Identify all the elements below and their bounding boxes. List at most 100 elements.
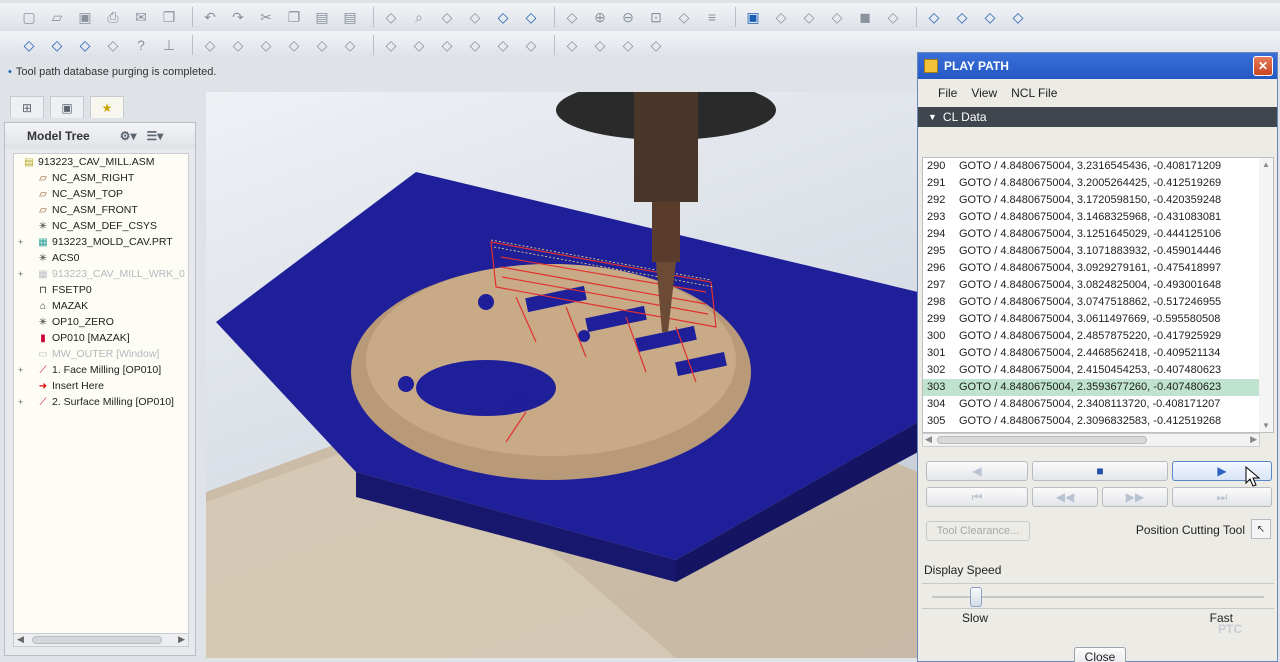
scroll-thumb[interactable]	[32, 636, 162, 644]
mill-volume-icon[interactable]: ◇	[74, 34, 96, 56]
stop-button[interactable]: ■	[1032, 461, 1168, 481]
toolpath-5-icon[interactable]: ◇	[283, 34, 305, 56]
folder-browser-tab-icon[interactable]: ▣	[50, 96, 84, 118]
tree-item[interactable]: ✳ ACS0	[14, 250, 188, 266]
graphics-window[interactable]	[206, 92, 918, 658]
display-style-icon[interactable]: ◇	[770, 6, 792, 28]
toolpath-2-icon[interactable]: ◇	[199, 34, 221, 56]
print-icon[interactable]: ⎙	[102, 6, 124, 28]
cl-row[interactable]: 304 GOTO / 4.8480675004, 2.3408113720, -0…	[923, 396, 1273, 413]
view-manager-icon[interactable]: ◇	[673, 6, 695, 28]
step-forward-button[interactable]: ▶▶	[1102, 487, 1168, 507]
cl-row[interactable]: 291 GOTO / 4.8480675004, 3.2005264425, -0…	[923, 175, 1273, 192]
tree-item[interactable]: ▮ OP010 [MAZAK]	[14, 330, 188, 346]
cl-row[interactable]: 302 GOTO / 4.8480675004, 2.4150454253, -0…	[923, 362, 1273, 379]
cl-horizontal-scrollbar[interactable]: ◀ ▶	[922, 433, 1260, 447]
undo-icon[interactable]: ↶	[199, 6, 221, 28]
scroll-left-icon[interactable]: ◀	[925, 434, 932, 445]
paste-special-icon[interactable]: ▤	[339, 6, 361, 28]
dialog-title-bar[interactable]: PLAY PATH ✕	[918, 53, 1277, 79]
toolpath-14-icon[interactable]: ◇	[561, 34, 583, 56]
tree-item[interactable]: ⌂ MAZAK	[14, 298, 188, 314]
open-icon[interactable]: ▱	[46, 6, 68, 28]
cl-row[interactable]: 299 GOTO / 4.8480675004, 3.0611497669, -0…	[923, 311, 1273, 328]
cl-vertical-scrollbar[interactable]: ▲ ▼	[1259, 158, 1273, 432]
tree-item[interactable]: ✳ OP10_ZERO	[14, 314, 188, 330]
cl-data-section[interactable]: ▼ CL Data	[918, 107, 1277, 127]
tree-item[interactable]: ✳ NC_ASM_DEF_CSYS	[14, 218, 188, 234]
scroll-left-icon[interactable]: ◀	[17, 634, 24, 645]
toolpath-6-icon[interactable]: ◇	[311, 34, 333, 56]
redo-icon[interactable]: ↷	[227, 6, 249, 28]
toolpath-16-icon[interactable]: ◇	[617, 34, 639, 56]
wireframe-icon[interactable]: ◇	[798, 6, 820, 28]
scroll-right-icon[interactable]: ▶	[1250, 434, 1257, 445]
slider-thumb[interactable]	[970, 587, 983, 607]
mill-window-icon[interactable]: ◇	[18, 34, 40, 56]
cl-row[interactable]: 292 GOTO / 4.8480675004, 3.1720598150, -0…	[923, 192, 1273, 209]
datum-axes-icon[interactable]: ◇	[951, 6, 973, 28]
enhanced-shading-icon[interactable]: ◇	[882, 6, 904, 28]
cl-row[interactable]: 293 GOTO / 4.8480675004, 3.1468325968, -0…	[923, 209, 1273, 226]
tree-item[interactable]: ▱ NC_ASM_FRONT	[14, 202, 188, 218]
zoom-in-icon[interactable]: ⊕	[589, 6, 611, 28]
saved-views-icon[interactable]: ▣	[742, 6, 764, 28]
datum-planes-icon[interactable]: ◇	[923, 6, 945, 28]
expand-icon[interactable]: +	[18, 394, 28, 410]
refit-icon[interactable]: ⊡	[645, 6, 667, 28]
toolpath-17-icon[interactable]: ◇	[645, 34, 667, 56]
toolpath-13-icon[interactable]: ◇	[520, 34, 542, 56]
toolpath-9-icon[interactable]: ◇	[408, 34, 430, 56]
menu-ncl-file[interactable]: NCL File	[1011, 86, 1057, 100]
tree-item[interactable]: ➜ Insert Here	[14, 378, 188, 394]
expand-icon[interactable]: +	[18, 266, 28, 282]
expand-icon[interactable]: +	[18, 362, 28, 378]
zoom-out-icon[interactable]: ⊖	[617, 6, 639, 28]
save-icon[interactable]: ▣	[74, 6, 96, 28]
select-box-icon[interactable]: ◇	[436, 6, 458, 28]
menu-view[interactable]: View	[971, 86, 997, 100]
close-button[interactable]: Close	[1074, 647, 1126, 662]
new-icon[interactable]: ▢	[18, 6, 40, 28]
cl-row[interactable]: 303 GOTO / 4.8480675004, 2.3593677260, -0…	[923, 379, 1273, 396]
cl-row[interactable]: 290 GOTO / 4.8480675004, 3.2316545436, -0…	[923, 158, 1273, 175]
play-backward-button[interactable]: ◀	[926, 461, 1028, 481]
toolpath-12-icon[interactable]: ◇	[492, 34, 514, 56]
scroll-down-icon[interactable]: ▼	[1262, 421, 1270, 430]
close-icon[interactable]: ✕	[1253, 56, 1273, 76]
repaint-icon[interactable]: ◇	[464, 6, 486, 28]
fast-forward-button[interactable]: ⏭	[1172, 487, 1272, 507]
context-help-icon[interactable]: ?	[130, 34, 152, 56]
regenerate-icon[interactable]: ◇	[380, 6, 402, 28]
step-backward-button[interactable]: ◀◀	[1032, 487, 1098, 507]
tree-item[interactable]: + ▦ 913223_MOLD_CAV.PRT	[14, 234, 188, 250]
menu-file[interactable]: File	[938, 86, 957, 100]
shaded-icon[interactable]: ◼	[854, 6, 876, 28]
cl-row[interactable]: 297 GOTO / 4.8480675004, 3.0824825004, -0…	[923, 277, 1273, 294]
coordinate-systems-icon[interactable]: ◇	[1007, 6, 1029, 28]
toolpath-10-icon[interactable]: ◇	[436, 34, 458, 56]
tree-item[interactable]: ▱ NC_ASM_TOP	[14, 186, 188, 202]
scroll-right-icon[interactable]: ▶	[178, 634, 185, 645]
tool-path-icon[interactable]: ⊥	[158, 34, 180, 56]
layers-icon[interactable]: ≡	[701, 6, 723, 28]
cl-row[interactable]: 305 GOTO / 4.8480675004, 2.3096832583, -0…	[923, 413, 1273, 430]
collapse-triangle-icon[interactable]: ▼	[928, 112, 937, 122]
display-speed-slider[interactable]	[922, 583, 1274, 609]
tree-item[interactable]: + ▦ 913223_CAV_MILL_WRK_0	[14, 266, 188, 282]
datum-icon[interactable]: ◇	[492, 6, 514, 28]
cl-row[interactable]: 294 GOTO / 4.8480675004, 3.1251645029, -0…	[923, 226, 1273, 243]
tree-item[interactable]: ⊓ FSETP0	[14, 282, 188, 298]
rewind-button[interactable]: ⏮	[926, 487, 1028, 507]
cl-row[interactable]: 301 GOTO / 4.8480675004, 2.4468562418, -0…	[923, 345, 1273, 362]
tree-settings-icon[interactable]: ☰▾	[146, 129, 163, 143]
paste-icon[interactable]: ▤	[311, 6, 333, 28]
orient-icon[interactable]: ◇	[561, 6, 583, 28]
cl-row[interactable]: 300 GOTO / 4.8480675004, 2.4857875220, -0…	[923, 328, 1273, 345]
copy-icon[interactable]: ❐	[158, 6, 180, 28]
toolpath-15-icon[interactable]: ◇	[589, 34, 611, 56]
datum-points-icon[interactable]: ◇	[979, 6, 1001, 28]
spin-center-icon[interactable]: ◇	[520, 6, 542, 28]
cut-icon[interactable]: ✂	[255, 6, 277, 28]
toolpath-4-icon[interactable]: ◇	[255, 34, 277, 56]
